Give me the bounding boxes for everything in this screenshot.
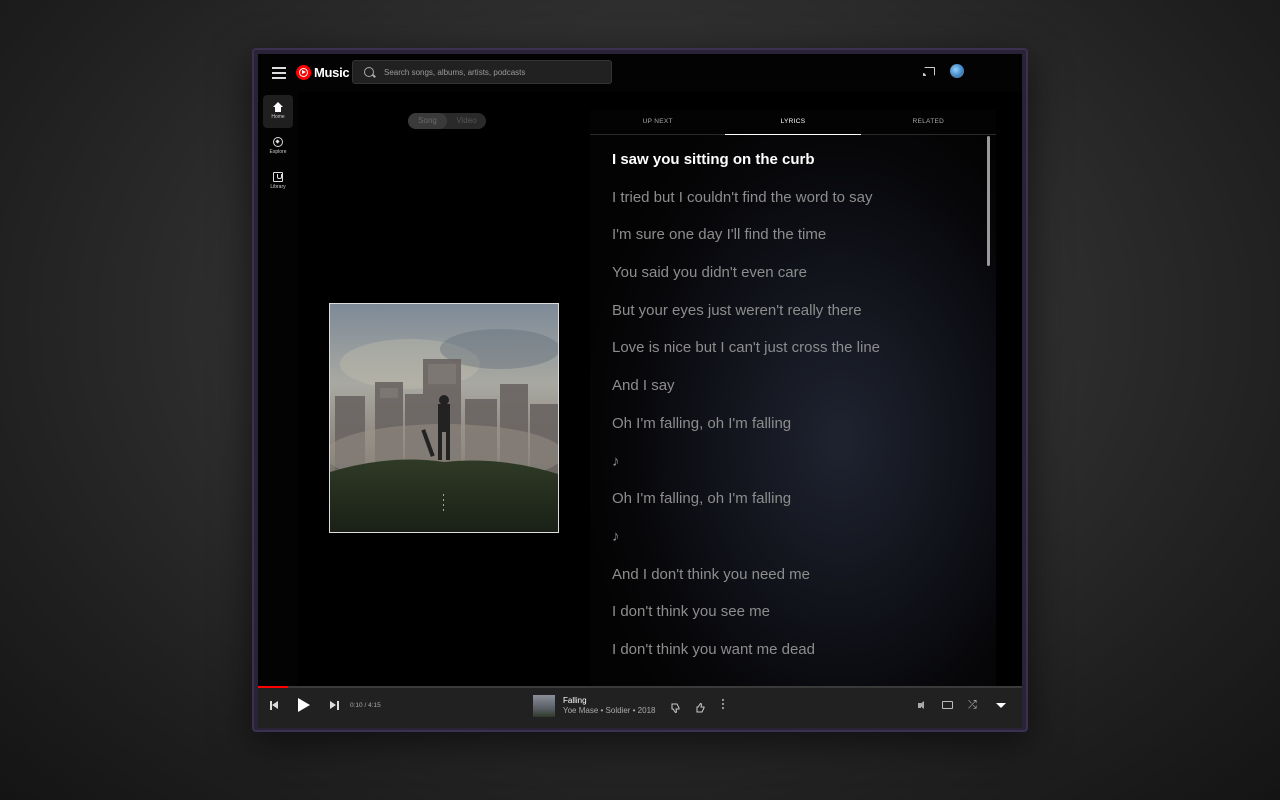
- chevron-down-icon[interactable]: [996, 703, 1006, 708]
- album-art: [329, 303, 559, 533]
- search-icon: [364, 67, 374, 77]
- tab-lyrics[interactable]: LYRICS: [725, 110, 861, 135]
- avatar[interactable]: [950, 64, 964, 78]
- album-art-image: [330, 304, 558, 532]
- library-icon: [273, 172, 283, 182]
- progress-bar[interactable]: [258, 686, 1022, 688]
- sidebar-item-label: Home: [271, 114, 285, 120]
- search-input[interactable]: [382, 66, 586, 78]
- search-box[interactable]: [352, 60, 612, 84]
- lyric-line[interactable]: Love is nice but I can't just cross the …: [612, 338, 972, 376]
- previous-icon[interactable]: [270, 701, 279, 710]
- scrollbar[interactable]: [987, 136, 990, 266]
- app-window: Music Home Explore Library Song Video: [258, 54, 1022, 728]
- lyric-line[interactable]: And I say: [612, 376, 972, 414]
- thumbs-down-icon[interactable]: [671, 700, 680, 714]
- song-video-toggle[interactable]: Song Video: [408, 113, 486, 129]
- tab-related[interactable]: RELATED: [861, 110, 996, 134]
- compass-icon: [273, 137, 283, 147]
- lyric-line[interactable]: Oh I'm falling, oh I'm falling: [612, 489, 972, 527]
- sidebar: Home Explore Library: [258, 92, 298, 686]
- top-bar: Music: [258, 54, 1022, 92]
- lyric-line[interactable]: ♪: [612, 527, 972, 565]
- player-bar: 0:10 / 4:15 Falling Yoe Mase • Soldier •…: [258, 686, 1022, 728]
- track-subtitle[interactable]: Yoe Mase • Soldier • 2018: [563, 706, 655, 715]
- thumbs-up-icon[interactable]: [696, 700, 705, 713]
- more-options-icon[interactable]: [722, 699, 724, 711]
- device-frame: Music Home Explore Library Song Video: [252, 48, 1028, 732]
- logo-icon: [296, 65, 311, 80]
- lyric-line[interactable]: I saw you sitting on the curb: [612, 150, 972, 188]
- time-display: 0:10 / 4:15: [350, 702, 381, 709]
- sidebar-item-label: Explore: [269, 149, 287, 155]
- next-icon[interactable]: [330, 701, 339, 710]
- lyric-line[interactable]: And I don't think you need me: [612, 565, 972, 603]
- shuffle-icon[interactable]: ⤮: [968, 699, 977, 711]
- tab-up-next[interactable]: UP NEXT: [590, 110, 725, 134]
- lyric-line[interactable]: I tried but I couldn't find the word to …: [612, 188, 972, 226]
- lyrics-list: I saw you sitting on the curb I tried but…: [612, 150, 972, 678]
- panel-tabs: UP NEXT LYRICS RELATED: [590, 110, 996, 135]
- menu-icon[interactable]: [272, 65, 286, 79]
- progress-fill: [258, 686, 288, 688]
- repeat-icon[interactable]: [942, 701, 953, 709]
- track-title[interactable]: Falling: [563, 696, 587, 705]
- lyric-line[interactable]: I don't think you see me: [612, 602, 972, 640]
- sidebar-item-label: Library: [270, 184, 286, 190]
- lyric-line[interactable]: Oh I'm falling, oh I'm falling: [612, 414, 972, 452]
- cast-icon[interactable]: [923, 67, 935, 76]
- lyric-line[interactable]: I don't think you want me dead: [612, 640, 972, 678]
- toggle-video[interactable]: Video: [447, 113, 486, 129]
- lyric-line[interactable]: You said you didn't even care: [612, 263, 972, 301]
- app-name: Music: [314, 65, 350, 80]
- toggle-song[interactable]: Song: [408, 113, 447, 129]
- track-thumbnail[interactable]: [533, 695, 555, 717]
- sidebar-item-home[interactable]: Home: [263, 95, 293, 128]
- play-icon[interactable]: [298, 698, 310, 712]
- lyric-line[interactable]: But your eyes just weren't really there: [612, 301, 972, 339]
- lyric-line[interactable]: ♪: [612, 452, 972, 490]
- home-icon: [273, 102, 283, 112]
- lyric-line[interactable]: I'm sure one day I'll find the time: [612, 225, 972, 263]
- sidebar-item-library[interactable]: Library: [263, 165, 293, 198]
- sidebar-item-explore[interactable]: Explore: [263, 130, 293, 163]
- app-logo[interactable]: Music: [296, 65, 350, 80]
- volume-icon[interactable]: [918, 701, 928, 710]
- side-panel: UP NEXT LYRICS RELATED I saw you sitting…: [590, 110, 996, 686]
